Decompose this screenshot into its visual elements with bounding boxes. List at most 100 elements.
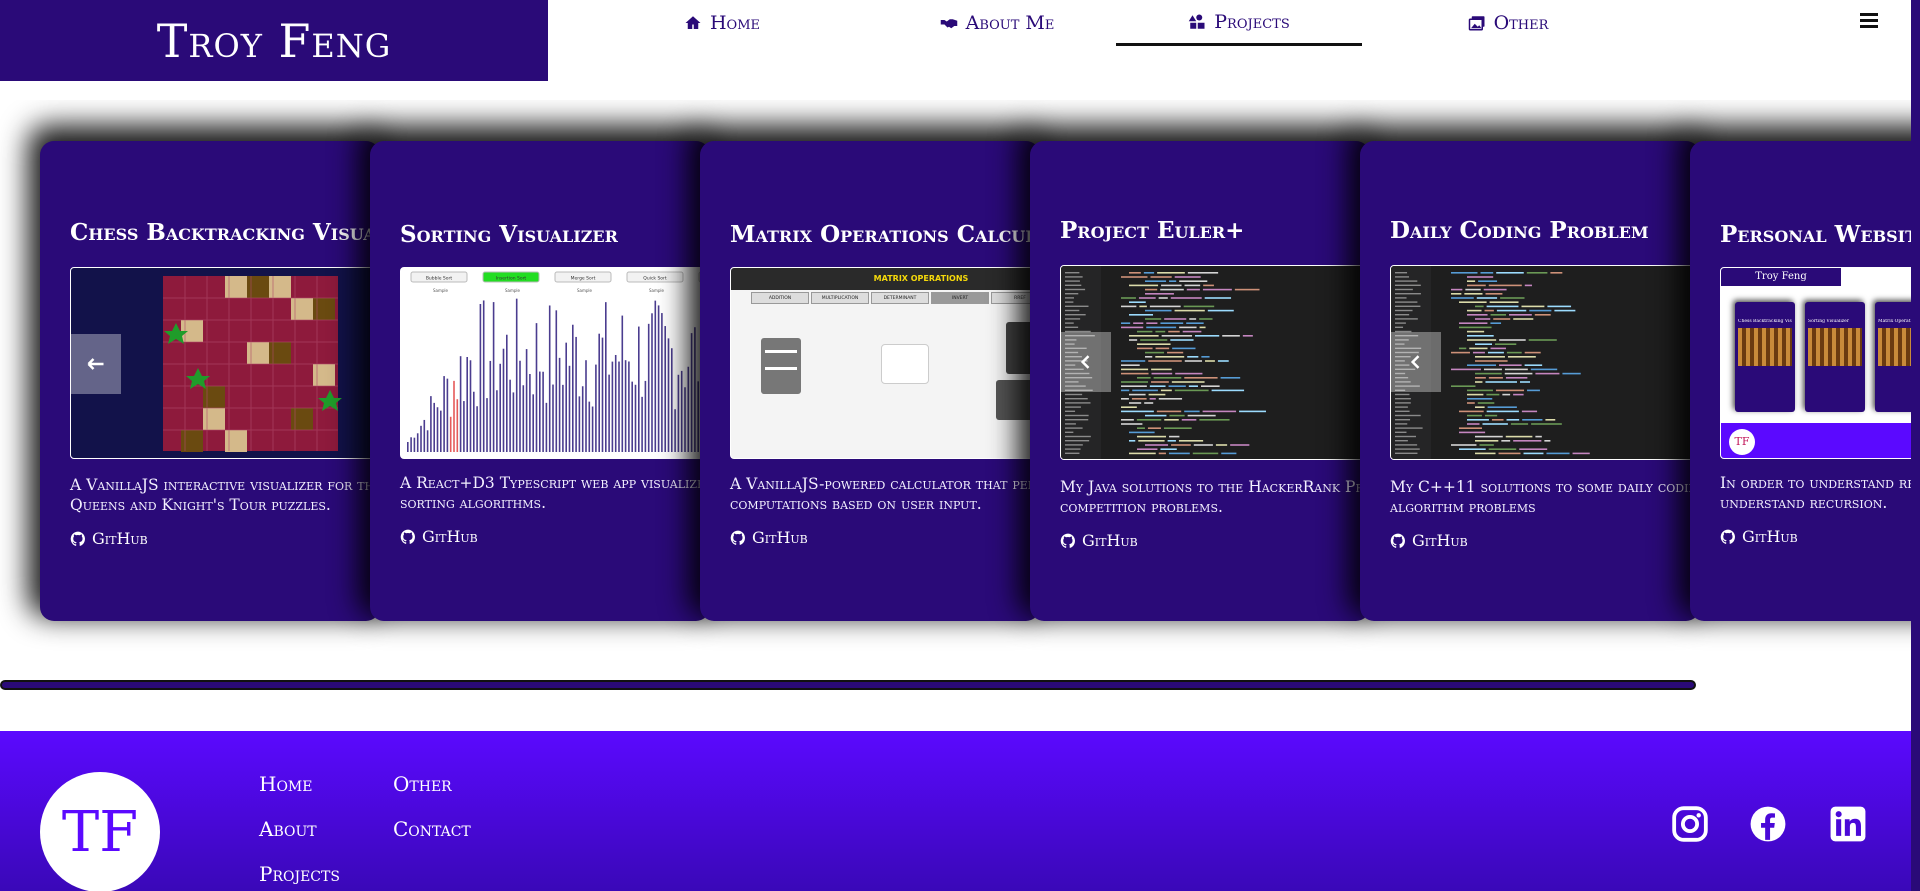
- file-tree-line: [1395, 393, 1410, 396]
- code-line: [1169, 435, 1180, 438]
- sort-bar: [657, 305, 660, 452]
- thumb-euler[interactable]: [1060, 265, 1370, 460]
- instagram-icon[interactable]: [1671, 805, 1709, 843]
- matrix-title: MATRIX OPERATIONS: [731, 268, 1040, 290]
- code-line: [1467, 335, 1494, 337]
- nav-about-label: About Me: [965, 12, 1055, 34]
- code-line: [1200, 385, 1220, 387]
- sort-bar: [453, 380, 455, 452]
- code-line: [1133, 322, 1144, 324]
- github-link[interactable]: GitHub: [1060, 531, 1138, 550]
- thumb-daily[interactable]: [1390, 265, 1700, 460]
- sort-bar: [647, 323, 650, 452]
- github-link[interactable]: GitHub: [1720, 527, 1798, 546]
- github-link[interactable]: GitHub: [730, 528, 808, 547]
- footer-link-home[interactable]: Home: [259, 772, 312, 796]
- code-line: [1480, 272, 1494, 274]
- code-line: [1143, 272, 1155, 274]
- code-line: [1478, 280, 1498, 282]
- sort-bar: [413, 437, 416, 452]
- code-line: [1475, 452, 1496, 455]
- footer-link-other[interactable]: Other: [393, 772, 452, 796]
- carousel-prev-button[interactable]: [1061, 332, 1111, 392]
- nav-home[interactable]: Home: [662, 0, 782, 46]
- code-line: [1486, 410, 1519, 413]
- sort-bar: [407, 442, 409, 452]
- footer-link-about[interactable]: About: [259, 817, 317, 841]
- hamburger-icon[interactable]: [1860, 13, 1878, 29]
- footer-link-contact[interactable]: Contact: [393, 817, 471, 841]
- file-tree-line: [1395, 402, 1411, 404]
- facebook-icon[interactable]: [1749, 805, 1787, 843]
- card-thumb-clip: [70, 267, 380, 461]
- code-line: [1149, 305, 1181, 308]
- thumb-matrix[interactable]: MATRIX OPERATIONS ADDITION MULTIPLICATION…: [730, 267, 1040, 459]
- sort-bar: [522, 385, 525, 452]
- thumb-chess[interactable]: [70, 267, 380, 459]
- horizontal-scrollbar[interactable]: [0, 680, 1696, 690]
- svg-text:Merge Sort: Merge Sort: [571, 276, 596, 282]
- code-line: [1491, 419, 1504, 421]
- project-card-matrix[interactable]: Matrix Operations Calculator MATRIX OPER…: [700, 141, 1040, 621]
- projects-carousel[interactable]: Chess Backtracking Visualizer: [0, 100, 1911, 660]
- code-line: [1546, 452, 1570, 455]
- project-card-chess[interactable]: Chess Backtracking Visualizer: [40, 141, 380, 621]
- file-tree-line: [1065, 452, 1080, 454]
- github-link[interactable]: GitHub: [70, 529, 148, 548]
- hamburger-bar: [1860, 19, 1878, 22]
- thumb-sorting[interactable]: Bubble Sort Sample Insertion Sort Sample Mer…: [400, 267, 710, 459]
- code-line: [1505, 435, 1533, 438]
- github-link[interactable]: GitHub: [400, 527, 478, 546]
- code-line: [1475, 343, 1493, 345]
- file-tree-line: [1065, 427, 1083, 429]
- sort-bar: [548, 305, 551, 452]
- nav-about[interactable]: About Me: [912, 0, 1082, 46]
- code-line: [1138, 440, 1165, 442]
- code-line: [1160, 389, 1172, 392]
- linkedin-icon[interactable]: [1829, 805, 1867, 843]
- code-line: [1121, 305, 1137, 308]
- tf-logo[interactable]: TF: [40, 772, 160, 891]
- hamburger-bar: [1860, 25, 1878, 28]
- code-line: [1527, 389, 1540, 392]
- vertical-scrollbar[interactable]: [1911, 0, 1920, 891]
- github-link[interactable]: GitHub: [1390, 531, 1468, 550]
- code-line: [1550, 272, 1563, 274]
- mini-footer: TF: [1721, 423, 1911, 458]
- site-brand[interactable]: Troy Feng: [0, 0, 548, 81]
- code-line: [1459, 431, 1486, 434]
- carousel-prev-button[interactable]: [1391, 332, 1441, 392]
- file-tree-line: [1395, 452, 1418, 454]
- code-line: [1151, 368, 1172, 371]
- nav-other[interactable]: Other: [1428, 0, 1588, 46]
- code-line: [1168, 330, 1180, 333]
- carousel-prev-button[interactable]: [71, 334, 121, 394]
- code-line: [1193, 444, 1213, 446]
- nav-projects[interactable]: Projects: [1116, 0, 1362, 46]
- code-line: [1202, 288, 1232, 291]
- code-line: [1189, 318, 1197, 320]
- footer-link-projects[interactable]: Projects: [259, 862, 340, 886]
- sort-bar: [608, 374, 610, 452]
- code-line: [1160, 448, 1177, 450]
- sort-bar: [628, 361, 630, 452]
- code-line: [1485, 381, 1518, 383]
- code-line: [1547, 305, 1572, 308]
- code-line: [1484, 414, 1498, 417]
- sort-bar: [539, 371, 541, 452]
- code-line: [1137, 448, 1158, 450]
- file-tree-line: [1065, 423, 1076, 425]
- project-card-daily[interactable]: Daily Coding Problem My C++11 solutions …: [1360, 141, 1700, 621]
- file-tree-line: [1395, 276, 1410, 278]
- matrix-tab: MULTIPLICATION: [811, 292, 869, 304]
- sort-button: Quick Sort Sample: [626, 271, 684, 293]
- project-card-sorting[interactable]: Sorting Visualizer Bubble Sort Sample Inse…: [370, 141, 710, 621]
- code-line: [1451, 351, 1470, 354]
- code-line: [1204, 297, 1232, 299]
- project-card-website[interactable]: Personal Website Troy Feng Chess Backtra…: [1690, 141, 1911, 621]
- project-card-euler[interactable]: Project Euler+ My Java solutions to the …: [1030, 141, 1370, 621]
- mini-card-image: [1738, 328, 1792, 366]
- thumb-website[interactable]: Troy Feng Chess Backtracking Vis Sorting …: [1720, 267, 1911, 459]
- code-line: [1467, 364, 1497, 366]
- file-tree-line: [1065, 314, 1086, 316]
